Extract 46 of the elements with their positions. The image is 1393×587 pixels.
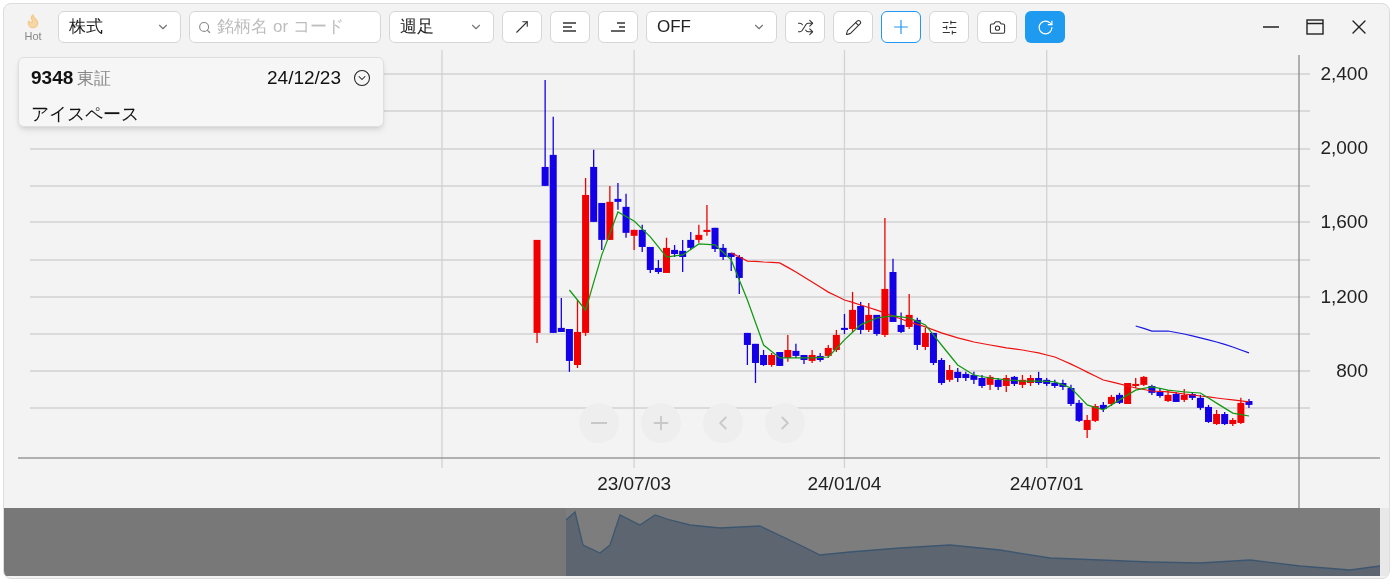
minimize-icon	[1263, 26, 1279, 28]
arrow-icon	[513, 18, 531, 36]
x-axis-label: 24/01/04	[806, 474, 883, 493]
sliders-icon	[940, 18, 958, 36]
period-select[interactable]: 週足	[389, 11, 494, 43]
flame-icon	[25, 12, 41, 29]
candlestick	[695, 224, 703, 244]
candlestick	[1067, 384, 1075, 407]
candlestick	[687, 231, 695, 251]
y-axis-label: 1,600	[1319, 212, 1368, 232]
y-axis-label: 2,400	[1319, 63, 1368, 83]
y-axis-label: 800	[1335, 360, 1368, 380]
maximize-icon	[1306, 19, 1324, 35]
candlestick	[840, 313, 848, 335]
camera-icon	[988, 18, 1006, 36]
candlestick	[857, 301, 865, 335]
x-axis-label: 23/07/03	[596, 474, 673, 493]
candlestick	[711, 227, 719, 253]
lines-left-icon	[563, 22, 577, 32]
candlestick	[865, 302, 873, 333]
exchange-label: 東証	[77, 67, 112, 90]
candlestick	[614, 182, 622, 211]
search-icon	[198, 19, 212, 35]
refresh-icon	[1036, 18, 1054, 36]
candlestick	[849, 291, 857, 333]
overlay-select[interactable]: OFF	[646, 11, 777, 43]
company-name: アイスペース	[31, 102, 140, 126]
candlestick	[921, 327, 929, 351]
stock-code: 9348	[31, 66, 74, 90]
pencil-icon	[844, 18, 862, 36]
refresh-button[interactable]	[1025, 11, 1065, 43]
lines-right-icon	[611, 22, 625, 32]
minus-icon	[591, 422, 607, 424]
y-axis-label: 1,200	[1319, 286, 1368, 306]
x-axis-label: 24/07/01	[1008, 474, 1085, 493]
candlestick	[897, 311, 905, 334]
search-field[interactable]: 銘柄名 or コード	[189, 11, 381, 43]
candlestick	[735, 254, 743, 295]
shuffle-icon	[796, 18, 814, 36]
market-select[interactable]: 株式	[58, 11, 181, 43]
candlestick	[638, 224, 646, 253]
date-label: 24/12/23	[267, 66, 341, 90]
candlestick	[703, 204, 711, 237]
y-axis-label: 2,000	[1319, 138, 1368, 158]
expand-icon[interactable]	[353, 69, 371, 88]
candlestick	[1075, 399, 1083, 423]
